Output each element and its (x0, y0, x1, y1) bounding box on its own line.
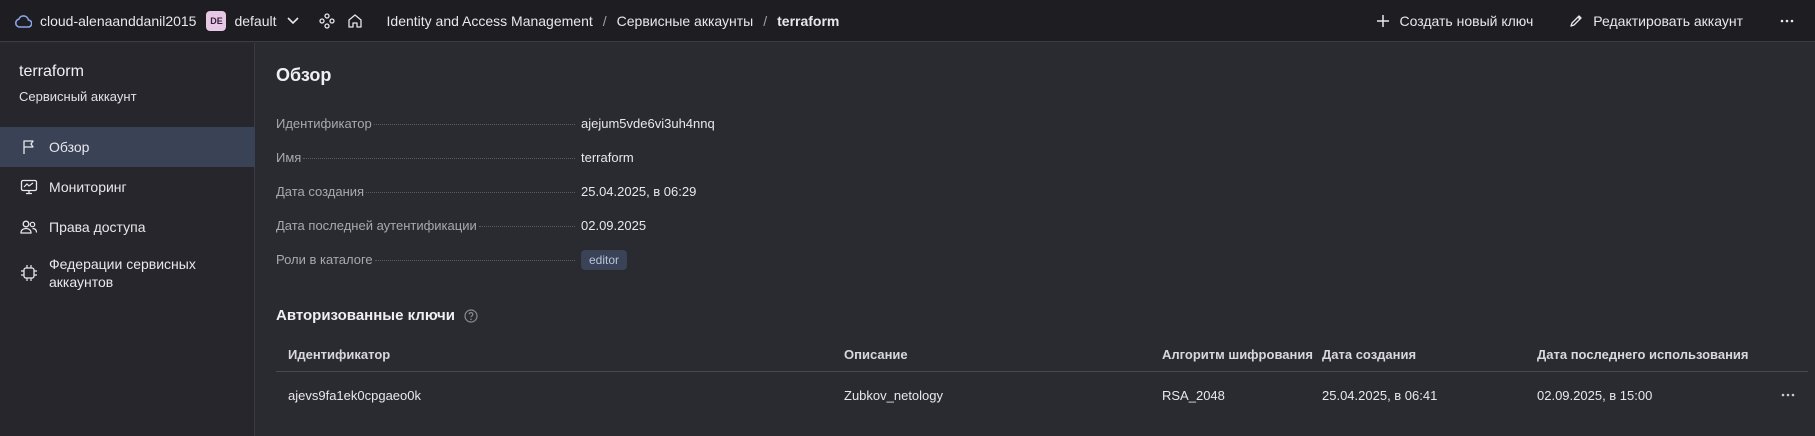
role-tag: editor (581, 249, 628, 270)
folder-name[interactable]: default (234, 13, 276, 29)
column-header[interactable]: Дата последнего использования (1537, 347, 1767, 362)
column-header[interactable]: Дата создания (1322, 347, 1537, 362)
keys-table: Идентификатор Описание Алгоритм шифрован… (276, 338, 1808, 418)
cloud-icon (14, 11, 34, 31)
breadcrumb: Identity and Access Management / Сервисн… (387, 13, 840, 29)
property-value: terraform (581, 149, 634, 165)
breadcrumb-service-accounts[interactable]: Сервисные аккаунты (617, 13, 754, 29)
table-cell: 25.04.2025, в 06:41 (1322, 387, 1438, 403)
dotted-leader (374, 259, 575, 261)
column-header[interactable]: Идентификатор (276, 347, 844, 362)
cloud-name[interactable]: cloud-alenaanddanil2015 (40, 13, 196, 29)
help-icon[interactable] (463, 308, 479, 324)
flag-icon (19, 137, 39, 157)
property-key: Дата создания (276, 183, 365, 199)
edit-account-label: Редактировать аккаунт (1593, 12, 1743, 29)
property-row: Идентификатор ajejum5vde6vi3uh4nnq (276, 106, 1076, 140)
services-icon[interactable] (317, 11, 337, 31)
dotted-leader (303, 157, 575, 159)
main-content: Обзор Идентификатор ajejum5vde6vi3uh4nnq… (256, 43, 1815, 436)
dotted-leader (366, 191, 575, 193)
table-header: Идентификатор Описание Алгоритм шифрован… (276, 338, 1808, 372)
top-bar: cloud-alenaanddanil2015 DE default Ident… (0, 0, 1815, 42)
edit-account-button[interactable]: Редактировать аккаунт (1567, 12, 1743, 30)
plus-icon (1374, 12, 1392, 30)
column-header[interactable]: Алгоритм шифрования (1162, 347, 1322, 362)
property-value: 02.09.2025 (581, 217, 647, 233)
keys-heading-text: Авторизованные ключи (276, 307, 455, 324)
property-row: Имя terraform (276, 140, 1076, 174)
row-more-icon[interactable] (1767, 393, 1808, 397)
sidebar-item-overview[interactable]: Обзор (0, 127, 255, 167)
home-icon[interactable] (345, 11, 365, 31)
sidebar: terraform Сервисный аккаунт Обзор Монито… (0, 43, 255, 436)
table-cell: ajevs9fa1ek0cpgaeo0k (288, 387, 421, 403)
table-cell: Zubkov_netology (844, 387, 944, 403)
sidebar-item-monitoring[interactable]: Мониторинг (0, 167, 255, 207)
more-icon[interactable] (1777, 11, 1797, 31)
property-row: Дата последней аутентификации 02.09.2025 (276, 208, 1076, 242)
folder-badge: DE (206, 10, 227, 31)
property-key: Идентификатор (276, 115, 372, 131)
property-row: Роли в каталоге editor (276, 242, 1076, 276)
dotted-leader (373, 123, 575, 125)
create-key-label: Создать новый ключ (1399, 12, 1534, 29)
property-value: 25.04.2025, в 06:29 (581, 183, 697, 199)
create-key-button[interactable]: Создать новый ключ (1374, 12, 1534, 30)
property-key: Роли в каталоге (276, 251, 373, 267)
sidebar-item-label: Мониторинг (49, 179, 127, 195)
monitor-icon (19, 177, 39, 197)
property-value: ajejum5vde6vi3uh4nnq (581, 115, 715, 131)
keys-heading: Авторизованные ключи (276, 307, 479, 324)
sidebar-title: terraform (19, 63, 84, 80)
column-header[interactable]: Описание (844, 347, 1162, 362)
table-row[interactable]: ajevs9fa1ek0cpgaeo0k Zubkov_netology RSA… (276, 372, 1808, 418)
sidebar-item-label: Федерации сервисных аккаунтов (49, 256, 196, 290)
users-icon (19, 217, 39, 237)
overview-heading: Обзор (276, 65, 332, 85)
sidebar-nav: Обзор Мониторинг Права доступа Федерации… (0, 127, 255, 299)
dotted-leader (478, 225, 575, 227)
property-row: Дата создания 25.04.2025, в 06:29 (276, 174, 1076, 208)
table-cell: 02.09.2025, в 15:00 (1537, 387, 1653, 403)
sidebar-item-federations[interactable]: Федерации сервисных аккаунтов (0, 247, 255, 299)
property-key: Дата последней аутентификации (276, 217, 477, 233)
chip-icon (19, 263, 39, 283)
breadcrumb-separator: / (602, 12, 607, 29)
breadcrumb-current: terraform (777, 12, 840, 29)
breadcrumb-iam[interactable]: Identity and Access Management (387, 13, 593, 29)
breadcrumb-separator: / (763, 12, 768, 29)
table-cell: RSA_2048 (1162, 387, 1225, 403)
property-key: Имя (276, 149, 302, 165)
sidebar-item-label: Обзор (49, 139, 90, 155)
properties-list: Идентификатор ajejum5vde6vi3uh4nnq Имя t… (276, 106, 1076, 276)
sidebar-subtitle: Сервисный аккаунт (19, 89, 137, 104)
sidebar-item-label: Права доступа (49, 219, 146, 235)
pencil-icon (1567, 12, 1585, 30)
chevron-down-icon[interactable] (286, 14, 301, 28)
sidebar-item-access-rights[interactable]: Права доступа (0, 207, 255, 247)
